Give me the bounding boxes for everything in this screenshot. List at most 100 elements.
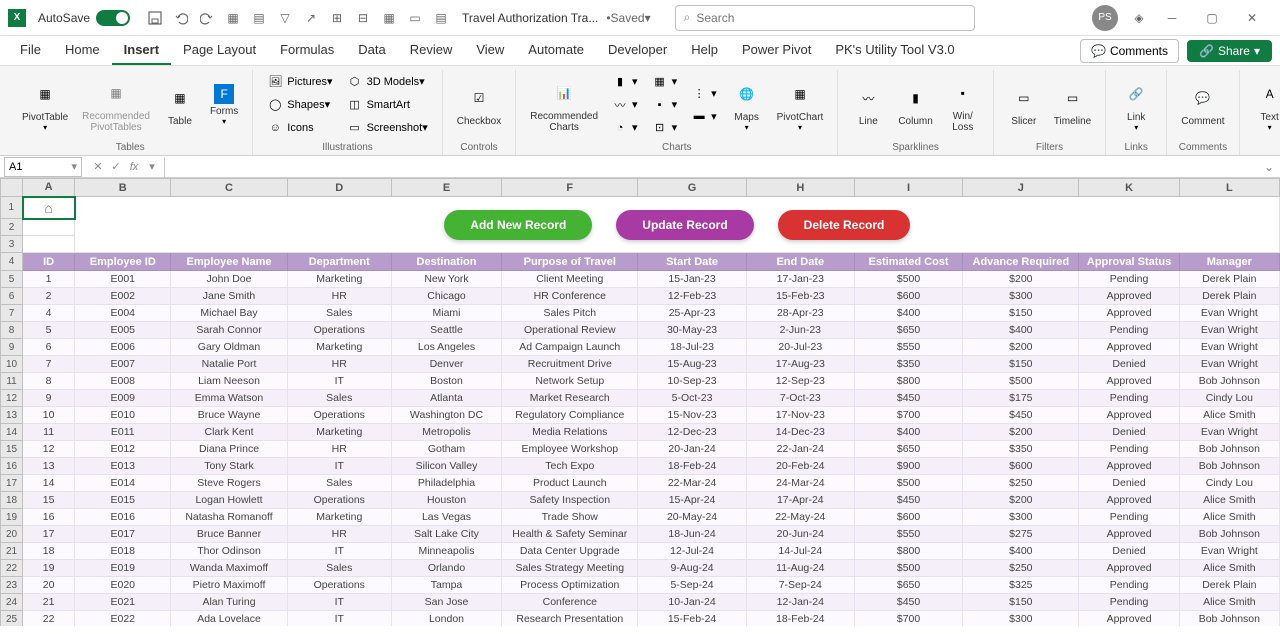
data-cell[interactable]: Approved	[1079, 526, 1179, 543]
data-cell[interactable]: London	[391, 611, 501, 627]
data-cell[interactable]: $650	[854, 441, 962, 458]
data-cell[interactable]: Natasha Romanoff	[171, 509, 287, 526]
data-cell[interactable]: $400	[854, 305, 962, 322]
data-cell[interactable]: 22-Mar-24	[638, 475, 746, 492]
pivotchart-button[interactable]: ▦PivotChart▾	[771, 70, 830, 139]
tab-file[interactable]: File	[8, 36, 53, 65]
select-all-cell[interactable]	[1, 179, 23, 197]
data-cell[interactable]: Approved	[1079, 458, 1179, 475]
data-cell[interactable]: Media Relations	[502, 424, 638, 441]
data-cell[interactable]: 10-Jan-24	[638, 594, 746, 611]
data-cell[interactable]: Operations	[287, 577, 391, 594]
data-cell[interactable]: $700	[854, 611, 962, 627]
data-cell[interactable]: $500	[963, 373, 1079, 390]
data-cell[interactable]: Gotham	[391, 441, 501, 458]
data-cell[interactable]: 24-Mar-24	[746, 475, 854, 492]
scatter-chart-icon[interactable]: ⋮▾	[685, 82, 723, 104]
data-cell[interactable]: Approved	[1079, 339, 1179, 356]
smartart-button[interactable]: ◫SmartArt	[341, 94, 434, 116]
data-cell[interactable]: Regulatory Compliance	[502, 407, 638, 424]
row-header-7[interactable]: 7	[1, 305, 23, 322]
data-cell[interactable]: $400	[963, 543, 1079, 560]
data-cell[interactable]: 5-Oct-23	[638, 390, 746, 407]
data-cell[interactable]: IT	[287, 458, 391, 475]
data-cell[interactable]: Pending	[1079, 509, 1179, 526]
data-cell[interactable]: E011	[75, 424, 171, 441]
data-cell[interactable]: 2	[23, 288, 75, 305]
data-cell[interactable]: 25-Apr-23	[638, 305, 746, 322]
data-cell[interactable]: Conference	[502, 594, 638, 611]
col-header-C[interactable]: C	[171, 179, 287, 197]
table-header-estimated-cost[interactable]: Estimated Cost	[854, 253, 962, 271]
statistic-chart-icon[interactable]: ▪▾	[646, 94, 684, 116]
table-header-department[interactable]: Department	[287, 253, 391, 271]
data-cell[interactable]: E008	[75, 373, 171, 390]
tab-formulas[interactable]: Formulas	[268, 36, 346, 65]
data-cell[interactable]: 7	[23, 356, 75, 373]
data-cell[interactable]: Denied	[1079, 424, 1179, 441]
data-cell[interactable]: $150	[963, 594, 1079, 611]
data-cell[interactable]: $200	[963, 339, 1079, 356]
data-cell[interactable]: Michael Bay	[171, 305, 287, 322]
data-cell[interactable]: 14-Jul-24	[746, 543, 854, 560]
data-cell[interactable]: Clark Kent	[171, 424, 287, 441]
data-cell[interactable]: Alice Smith	[1179, 492, 1279, 509]
data-cell[interactable]: Cindy Lou	[1179, 475, 1279, 492]
data-cell[interactable]: $800	[854, 543, 962, 560]
row-header-3[interactable]: 3	[1, 236, 23, 253]
qat-table-icon[interactable]: ▭	[405, 8, 425, 28]
data-cell[interactable]: E002	[75, 288, 171, 305]
data-cell[interactable]: $325	[963, 577, 1079, 594]
table-header-employee-id[interactable]: Employee ID	[75, 253, 171, 271]
row-header-13[interactable]: 13	[1, 407, 23, 424]
sparkline-winloss-button[interactable]: ▪Win/ Loss	[941, 70, 985, 139]
data-cell[interactable]: Marketing	[287, 339, 391, 356]
data-cell[interactable]: 10	[23, 407, 75, 424]
data-cell[interactable]: Research Presentation	[502, 611, 638, 627]
tab-pk-s-utility-tool-v3-0[interactable]: PK's Utility Tool V3.0	[823, 36, 966, 65]
col-header-F[interactable]: F	[502, 179, 638, 197]
close-button[interactable]: ✕	[1232, 4, 1272, 32]
data-cell[interactable]: Evan Wright	[1179, 305, 1279, 322]
data-cell[interactable]: Evan Wright	[1179, 424, 1279, 441]
data-cell[interactable]: 20-May-24	[638, 509, 746, 526]
data-cell[interactable]: 15	[23, 492, 75, 509]
minimize-button[interactable]: ─	[1152, 4, 1192, 32]
data-cell[interactable]: Liam Neeson	[171, 373, 287, 390]
table-button[interactable]: ▦Table	[158, 70, 202, 139]
autosave-toggle[interactable]	[96, 10, 130, 26]
data-cell[interactable]: Approved	[1079, 407, 1179, 424]
data-cell[interactable]: Marketing	[287, 509, 391, 526]
data-cell[interactable]: 20-Jun-24	[746, 526, 854, 543]
data-cell[interactable]: Metropolis	[391, 424, 501, 441]
qat-chart-icon[interactable]: ▤	[431, 8, 451, 28]
col-header-L[interactable]: L	[1179, 179, 1279, 197]
data-cell[interactable]: Philadelphia	[391, 475, 501, 492]
data-cell[interactable]: Minneapolis	[391, 543, 501, 560]
col-header-I[interactable]: I	[854, 179, 962, 197]
data-cell[interactable]: IT	[287, 611, 391, 627]
data-cell[interactable]: Trade Show	[502, 509, 638, 526]
table-header-destination[interactable]: Destination	[391, 253, 501, 271]
search-box[interactable]: ⌕	[675, 5, 975, 31]
data-cell[interactable]: Evan Wright	[1179, 356, 1279, 373]
row-header-21[interactable]: 21	[1, 543, 23, 560]
data-cell[interactable]: 18	[23, 543, 75, 560]
data-cell[interactable]: 15-Aug-23	[638, 356, 746, 373]
row-header-8[interactable]: 8	[1, 322, 23, 339]
data-cell[interactable]: 9	[23, 390, 75, 407]
data-cell[interactable]: Houston	[391, 492, 501, 509]
data-cell[interactable]: 12-Dec-23	[638, 424, 746, 441]
data-cell[interactable]: E014	[75, 475, 171, 492]
data-cell[interactable]: Sales	[287, 475, 391, 492]
data-cell[interactable]: Ada Lovelace	[171, 611, 287, 627]
row-header-25[interactable]: 25	[1, 611, 23, 627]
tab-help[interactable]: Help	[679, 36, 730, 65]
data-cell[interactable]: $275	[963, 526, 1079, 543]
row-header-15[interactable]: 15	[1, 441, 23, 458]
data-cell[interactable]: Los Angeles	[391, 339, 501, 356]
data-cell[interactable]: 9-Aug-24	[638, 560, 746, 577]
data-cell[interactable]: Derek Plain	[1179, 271, 1279, 288]
data-cell[interactable]: Las Vegas	[391, 509, 501, 526]
row-header-17[interactable]: 17	[1, 475, 23, 492]
